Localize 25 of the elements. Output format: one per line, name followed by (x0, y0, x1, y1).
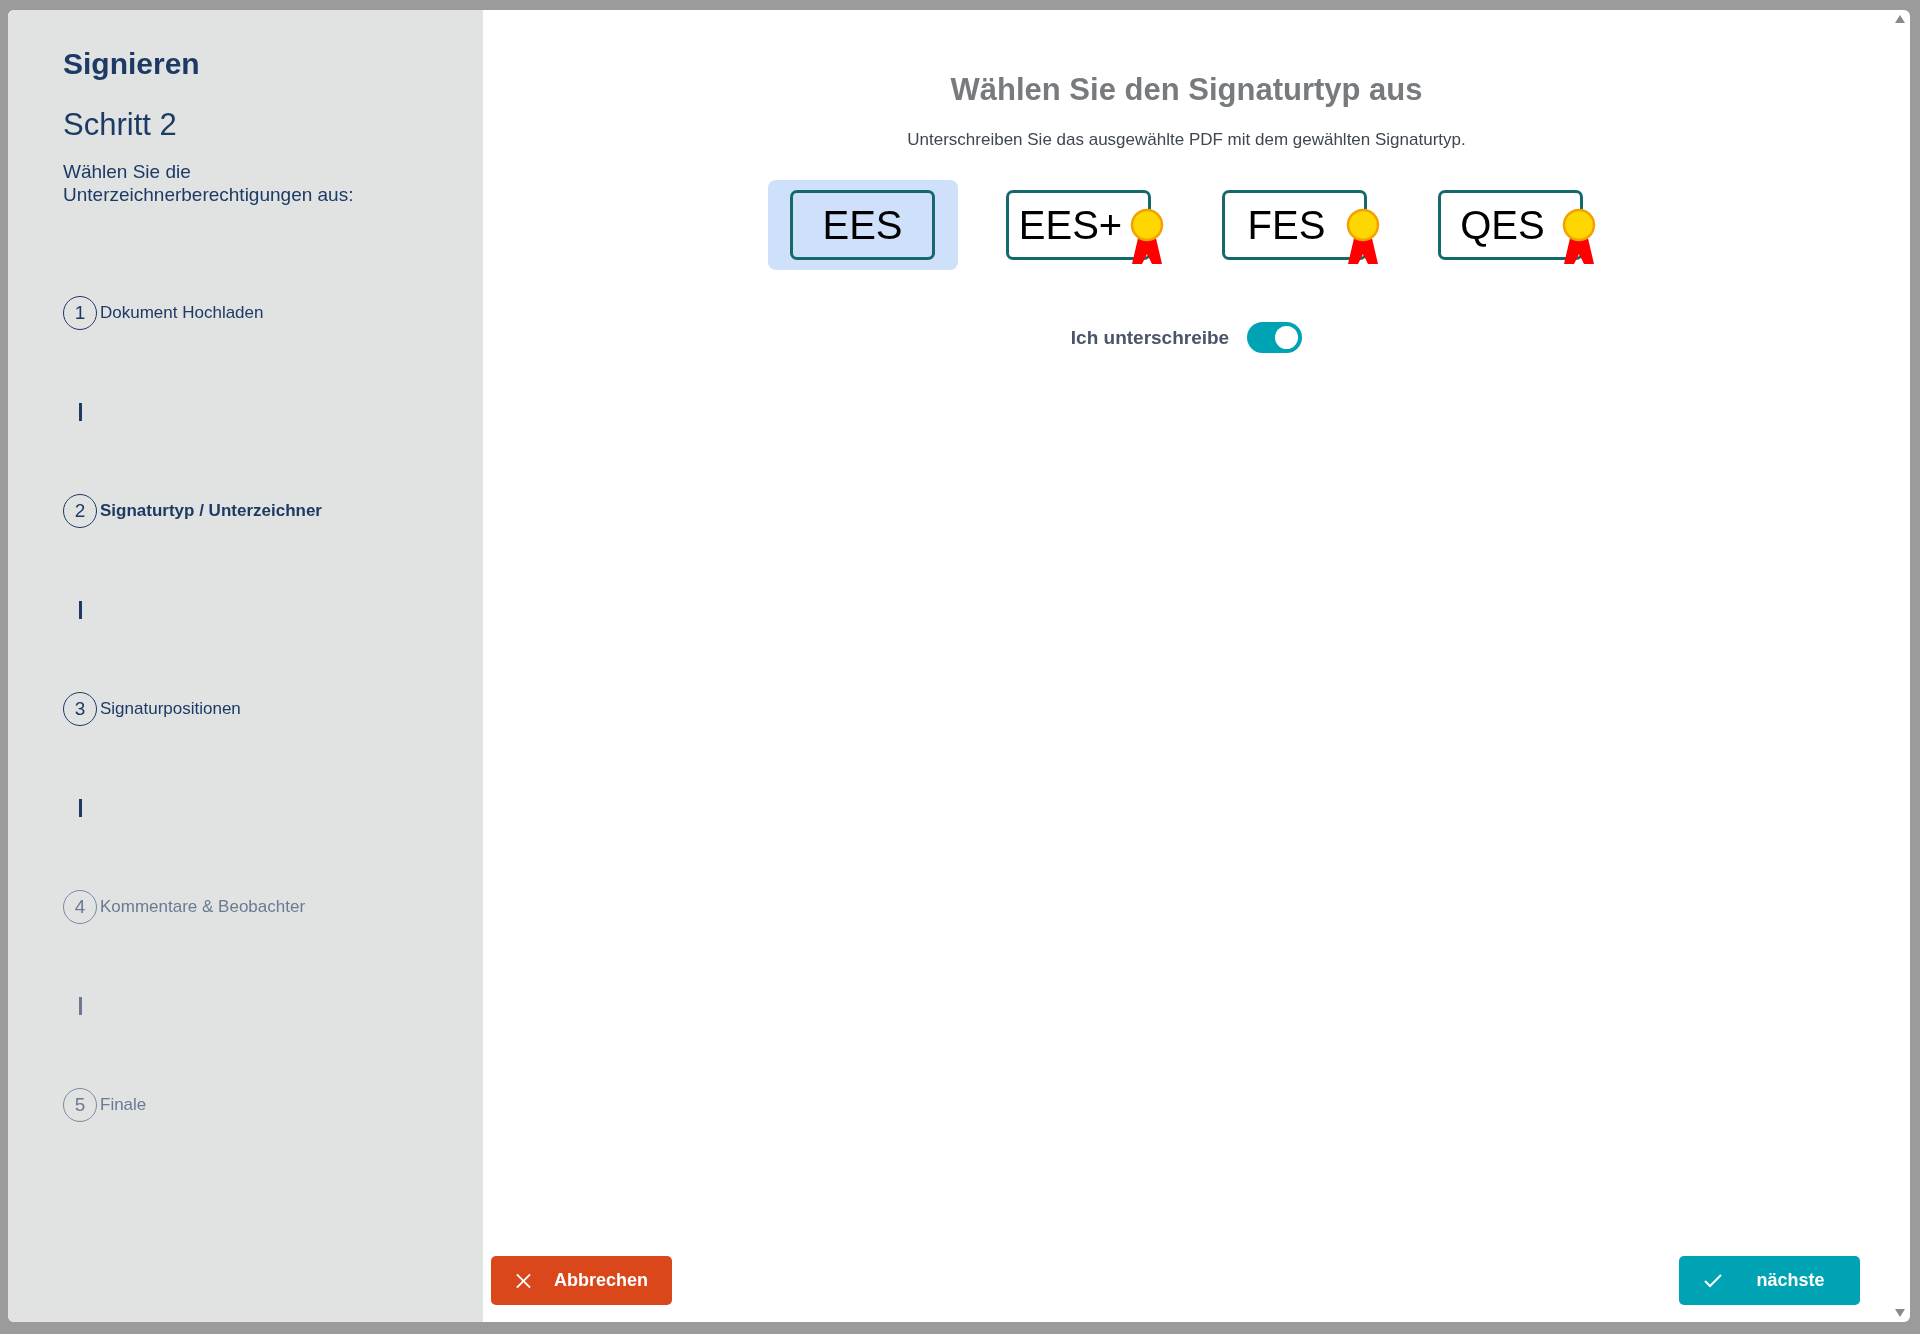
instruction-text: Wählen Sie die Unterzeichnerberechtigungen aus: (63, 161, 355, 207)
step-label: Dokument Hochladen (100, 302, 264, 323)
self-sign-toggle[interactable] (1247, 322, 1303, 353)
award-seal-icon (1345, 208, 1380, 264)
step-label: Kommentare & Beobachter (100, 896, 306, 917)
award-seal-icon (1561, 208, 1596, 264)
dialog-title: Signieren (63, 46, 200, 82)
step-connector (79, 798, 82, 817)
award-seal-icon (1129, 208, 1164, 264)
close-icon (515, 1271, 532, 1290)
section-title: Wählen Sie den Signaturtyp aus (950, 72, 1423, 108)
step-connector (79, 996, 82, 1015)
step-label: Signaturtyp / Unterzeichner (100, 500, 322, 521)
step-heading: Schritt 2 (63, 106, 177, 144)
section-subtitle: Unterschreiben Sie das ausgewählte PDF mit dem gewählten Signaturtyp. (907, 130, 1466, 150)
step-label: Finale (100, 1094, 147, 1115)
step-connector (79, 600, 82, 619)
scroll-down-icon[interactable] (1894, 1308, 1906, 1318)
signature-type-option[interactable]: EES (767, 180, 958, 270)
step-connector (79, 402, 82, 421)
cancel-button[interactable]: Abbrechen (491, 1256, 672, 1305)
checkmark-icon (1703, 1272, 1723, 1289)
step-label: Signaturpositionen (100, 698, 241, 719)
toggle-label: Ich unterschreibe (1070, 326, 1230, 349)
scroll-up-icon[interactable] (1894, 14, 1906, 24)
